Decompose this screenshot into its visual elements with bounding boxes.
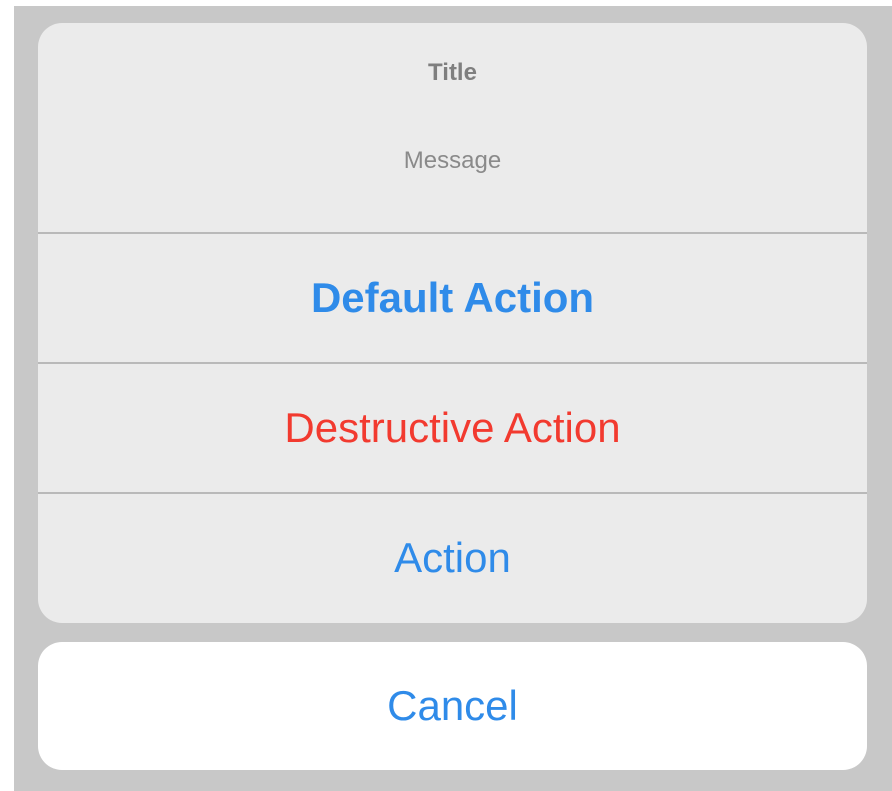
action-sheet-header: Title Message: [38, 23, 867, 234]
action-sheet: Title Message Default Action Destructive…: [38, 23, 867, 623]
action-sheet-message: Message: [403, 147, 502, 174]
default-action-button[interactable]: Default Action: [38, 234, 867, 362]
action-sheet-title: Title: [428, 59, 477, 86]
action-button[interactable]: Action: [38, 492, 867, 622]
destructive-action-button[interactable]: Destructive Action: [38, 362, 867, 492]
cancel-button[interactable]: Cancel: [38, 642, 867, 770]
